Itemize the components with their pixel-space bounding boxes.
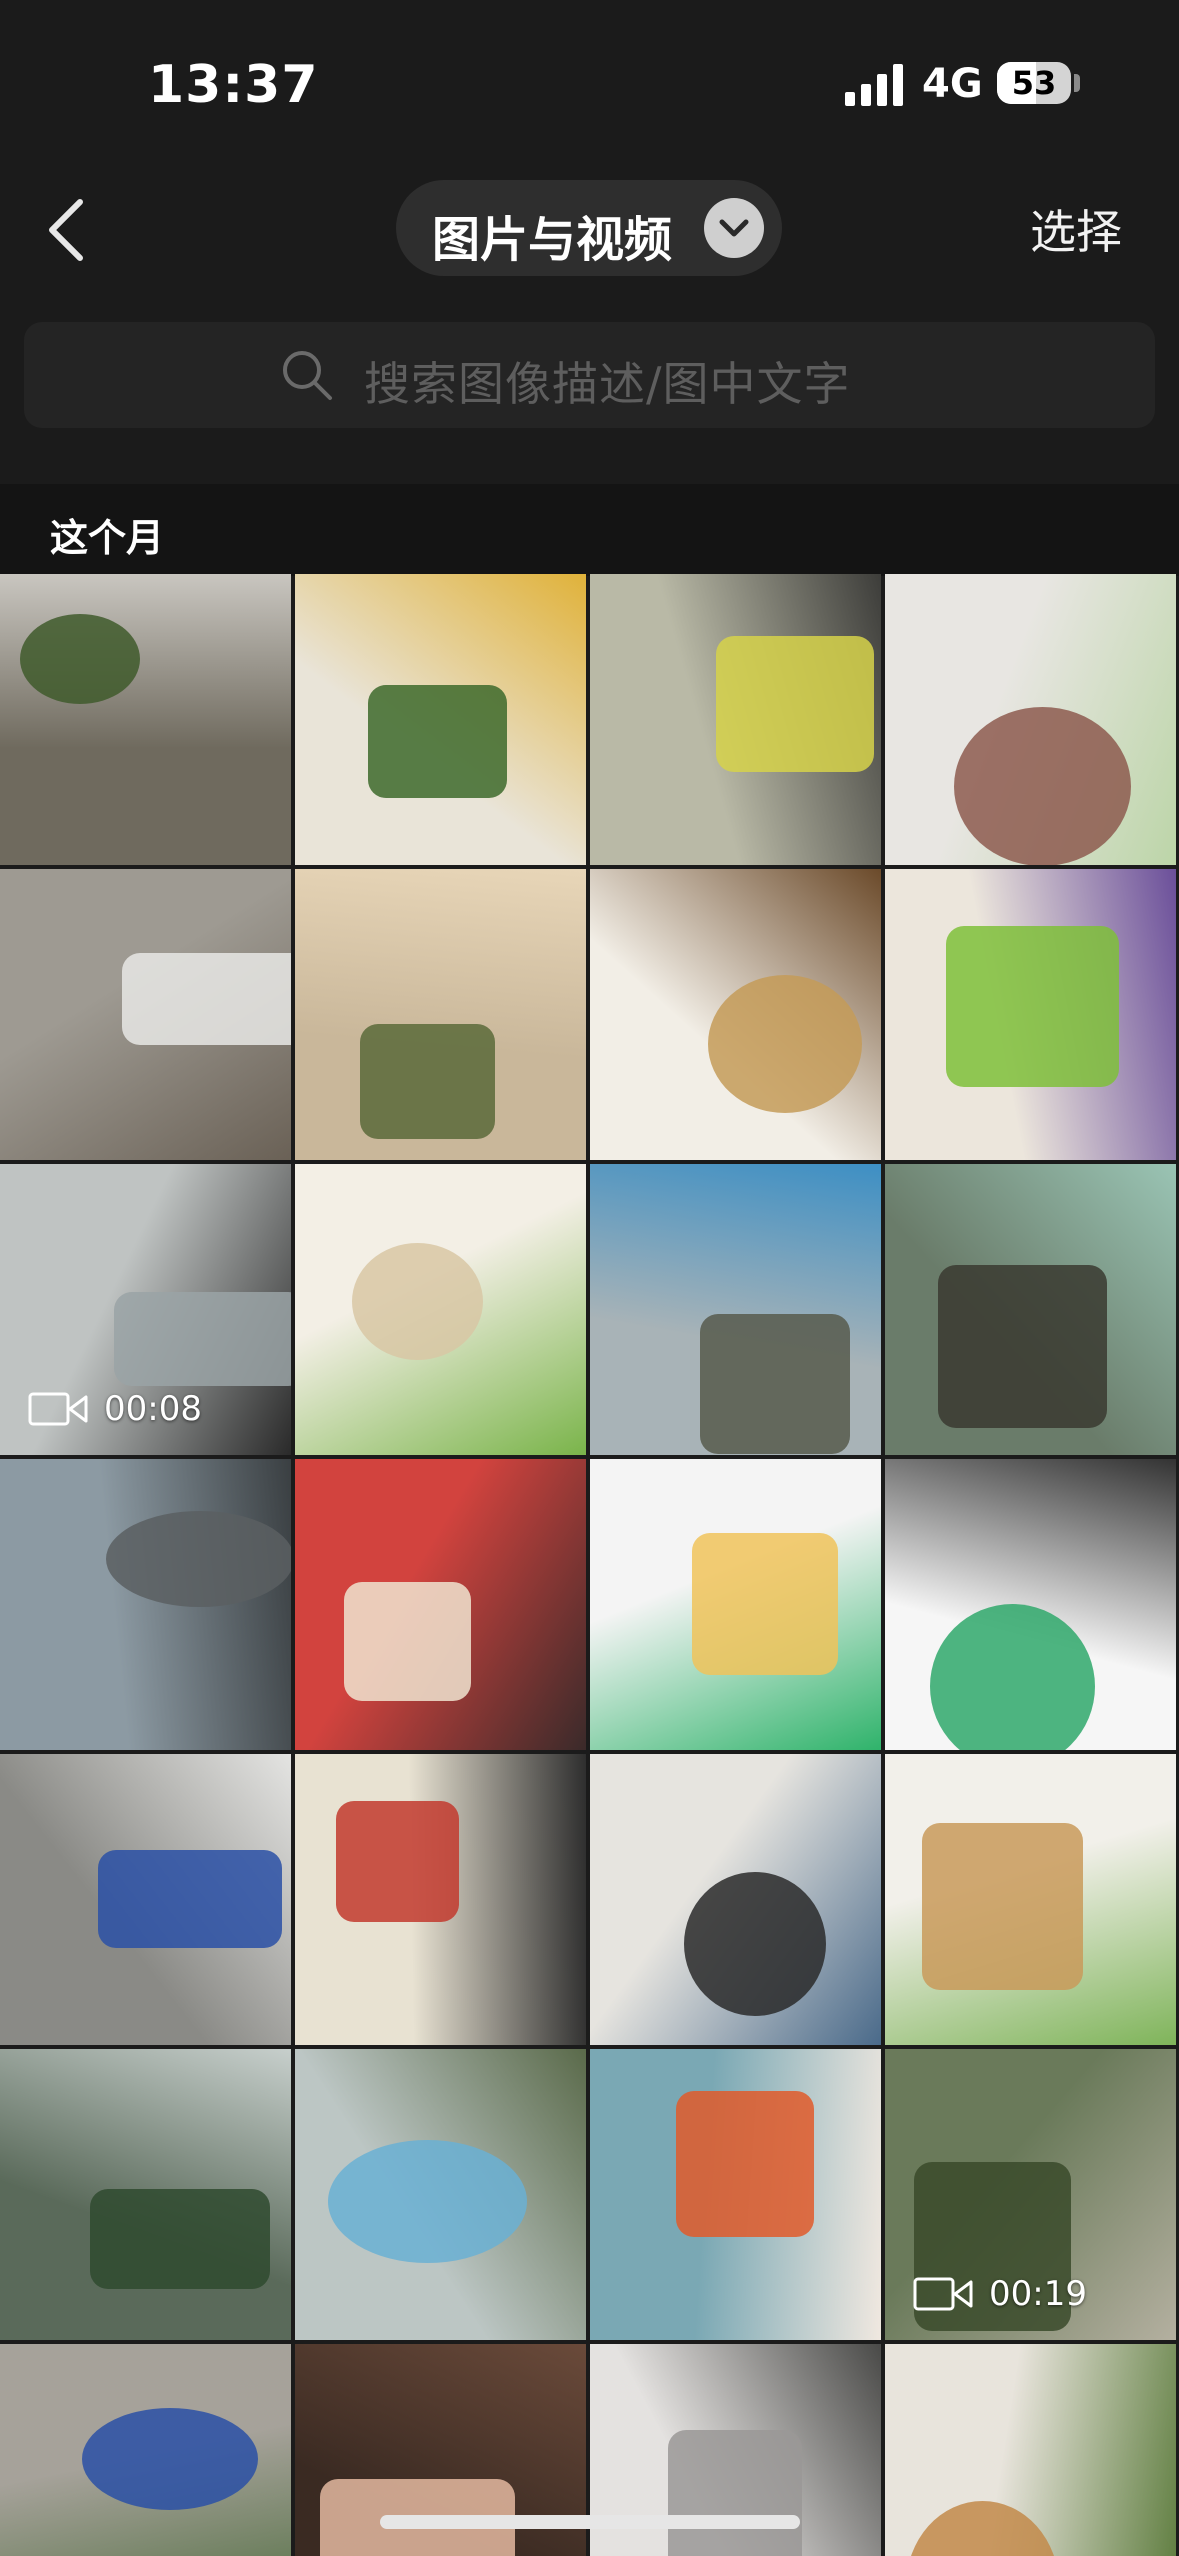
status-bar: 13:37 4G 53 (0, 0, 1179, 170)
thumbnail-content (946, 926, 1119, 1087)
thumbnail-content (20, 614, 140, 704)
thumbnail-content (700, 1314, 850, 1454)
video-duration-badge: 00:08 (28, 1389, 202, 1429)
photo-thumbnail[interactable] (295, 1459, 586, 1750)
thumbnail-content (106, 1511, 291, 1607)
photo-thumbnail[interactable] (295, 1754, 586, 2045)
photo-thumbnail[interactable] (885, 1754, 1176, 2045)
photo-thumbnail[interactable] (590, 869, 881, 1160)
photo-grid: 00:08 00:19 (0, 574, 1179, 2556)
thumbnail-content (906, 2501, 1059, 2556)
search-bar[interactable]: 搜索图像描述/图中文字 (24, 322, 1155, 428)
thumbnail-content (676, 2091, 814, 2237)
battery-icon: 53 (997, 62, 1071, 104)
photo-picker-screen: 13:37 4G 53 图片与视频 选择 搜索图像描述/图中文字 这个月 00:… (0, 0, 1179, 2556)
thumbnail-content (954, 707, 1131, 865)
thumbnail-content (328, 2140, 527, 2263)
thumbnail-content (922, 1823, 1083, 1990)
photo-thumbnail[interactable] (590, 1164, 881, 1455)
photo-thumbnail[interactable] (0, 2049, 291, 2340)
video-duration: 00:19 (989, 2274, 1087, 2314)
thumbnail-content (708, 975, 862, 1113)
thumbnail-content (684, 1872, 826, 2016)
thumbnail-content (938, 1265, 1107, 1428)
chevron-down-icon (704, 198, 764, 258)
photo-thumbnail[interactable] (590, 1754, 881, 2045)
photo-thumbnail[interactable] (0, 869, 291, 1160)
video-thumbnail[interactable]: 00:08 (0, 1164, 291, 1455)
section-title: 这个月 (50, 516, 165, 560)
thumbnail-content (90, 2189, 270, 2289)
video-camera-icon (913, 2277, 973, 2311)
thumbnail-content (352, 1243, 483, 1360)
photo-thumbnail[interactable] (295, 2049, 586, 2340)
thumbnail-content (344, 1582, 471, 1701)
photo-thumbnail[interactable] (885, 2344, 1176, 2556)
photo-thumbnail[interactable] (295, 869, 586, 1160)
select-button[interactable]: 选择 (1030, 196, 1122, 262)
network-type-label: 4G (922, 61, 983, 107)
photo-thumbnail[interactable] (885, 1459, 1176, 1750)
photo-thumbnail[interactable] (590, 2049, 881, 2340)
search-icon (283, 351, 332, 400)
album-title: 图片与视频 (432, 212, 673, 268)
back-button[interactable] (38, 190, 98, 270)
battery-level: 53 (1011, 64, 1057, 102)
thumbnail-content (360, 1024, 495, 1139)
photo-thumbnail[interactable] (885, 869, 1176, 1160)
thumbnail-content (82, 2408, 258, 2510)
thumbnail-content (930, 1604, 1095, 1750)
photo-thumbnail[interactable] (885, 574, 1176, 865)
thumbnail-content (98, 1850, 282, 1948)
album-selector-dropdown[interactable]: 图片与视频 (396, 180, 782, 276)
thumbnail-content (122, 953, 291, 1045)
battery-tip (1074, 74, 1080, 92)
photo-thumbnail[interactable] (590, 1459, 881, 1750)
cellular-signal-icon (845, 64, 903, 106)
thumbnail-content (114, 1292, 291, 1386)
status-time: 13:37 (148, 55, 319, 115)
video-thumbnail[interactable]: 00:19 (885, 2049, 1176, 2340)
search-placeholder: 搜索图像描述/图中文字 (364, 357, 851, 411)
photo-thumbnail[interactable] (0, 1459, 291, 1750)
photo-thumbnail[interactable] (295, 574, 586, 865)
photo-thumbnail[interactable] (885, 1164, 1176, 1455)
photo-thumbnail[interactable] (0, 1754, 291, 2045)
home-indicator (380, 2515, 800, 2529)
thumbnail-content (692, 1533, 838, 1675)
thumbnail-content (716, 636, 874, 772)
photo-thumbnail[interactable] (0, 574, 291, 865)
photo-thumbnail[interactable] (590, 574, 881, 865)
section-header-band (0, 484, 1179, 576)
video-camera-icon (28, 1392, 88, 1426)
photo-thumbnail[interactable] (295, 1164, 586, 1455)
video-duration-badge: 00:19 (913, 2274, 1087, 2314)
video-duration: 00:08 (104, 1389, 202, 1429)
thumbnail-content (668, 2430, 802, 2556)
photo-thumbnail[interactable] (0, 2344, 291, 2556)
thumbnail-content (368, 685, 507, 798)
thumbnail-content (336, 1801, 459, 1922)
